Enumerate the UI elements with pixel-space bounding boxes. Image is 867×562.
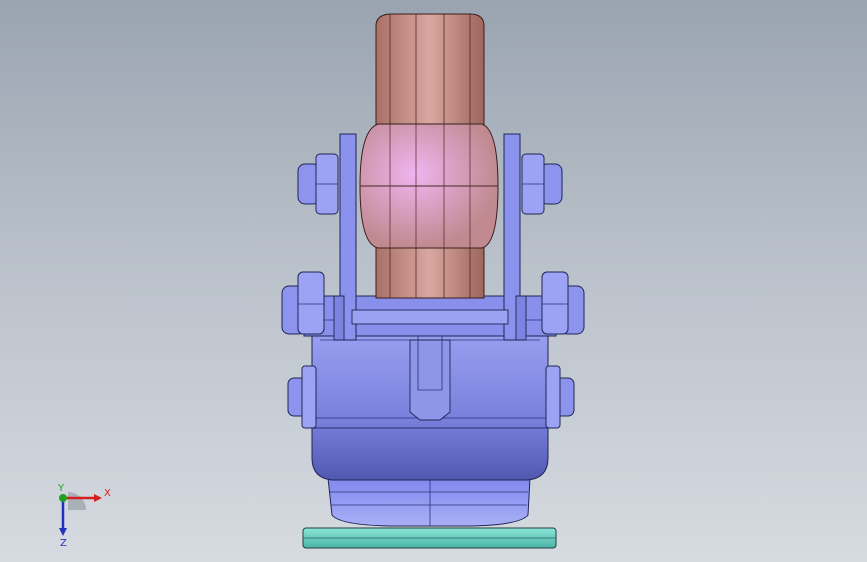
graphics-viewport[interactable]: X Y Z (0, 0, 867, 562)
x-axis-label: X (104, 488, 111, 499)
z-axis-label: Z (60, 538, 67, 548)
y-axis-dot (59, 494, 67, 502)
mid-nut-right (541, 271, 585, 335)
low-nut-right (545, 365, 575, 429)
wheel (359, 13, 499, 299)
axle-nut-left (297, 153, 339, 215)
axle-bar (351, 309, 509, 325)
low-nut-left (287, 365, 317, 429)
housing-body (311, 329, 549, 481)
axle-nut-right (521, 153, 563, 215)
mid-nut-left (281, 271, 325, 335)
y-axis-label: Y (57, 483, 65, 494)
base-plate (302, 527, 557, 549)
coordinate-triad: X Y Z (57, 483, 111, 548)
swivel-hub (327, 477, 531, 527)
caster-wheel-model[interactable] (0, 0, 867, 562)
